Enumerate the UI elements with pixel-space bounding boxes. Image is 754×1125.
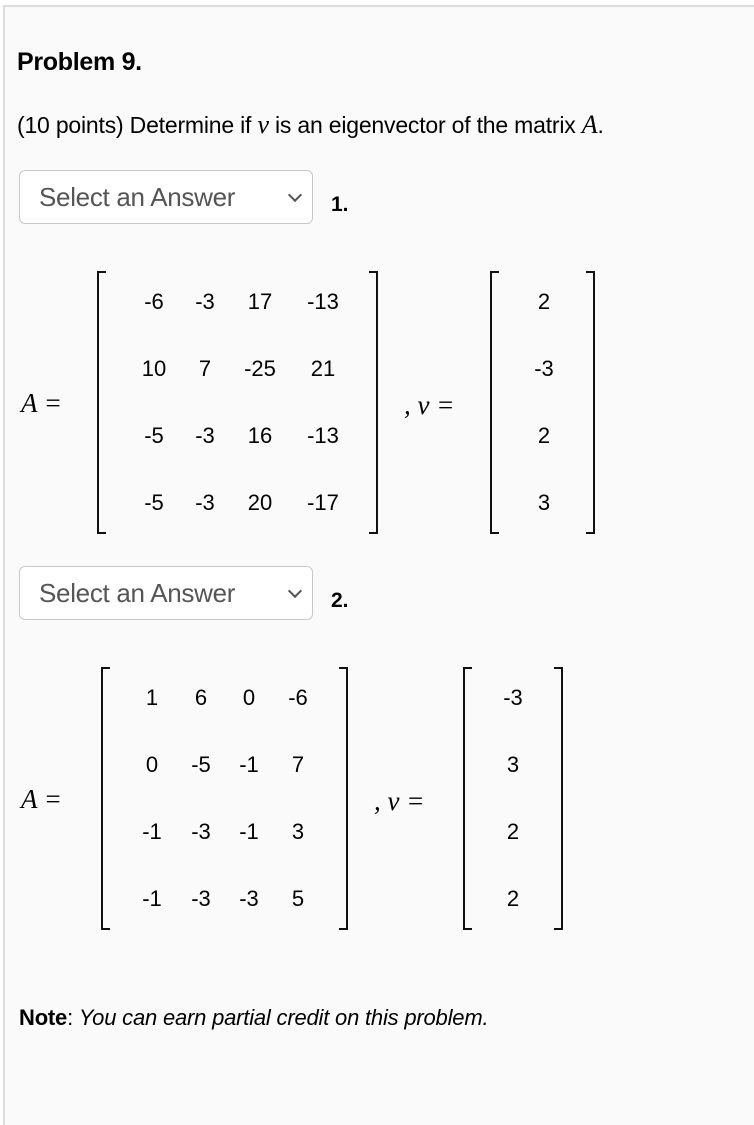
note-text: You can earn partial credit on this prob… <box>78 1005 489 1030</box>
vector-2-left-bracket <box>463 667 472 930</box>
var-A: A <box>581 110 598 139</box>
matrix-2-right-bracket <box>339 667 348 930</box>
var-v: v <box>257 110 269 139</box>
vector-cell: -3 <box>503 685 523 710</box>
vector-cell: -3 <box>534 356 554 381</box>
prompt-prefix: (10 points) Determine if <box>17 112 258 138</box>
matrix-1-right-bracket <box>369 271 378 534</box>
vector-label-2-text: , v = <box>374 786 425 816</box>
vector-cell: 2 <box>506 886 520 911</box>
vector-cell: 2 <box>537 289 551 314</box>
vector-label-1-text: , v = <box>404 390 455 420</box>
matrix-cell: 7 <box>198 356 212 381</box>
part-label-2: 2. <box>331 589 349 612</box>
matrix-label-1: A = <box>21 388 62 419</box>
matrix-cell: 3 <box>291 819 305 844</box>
matrix-cell: -13 <box>307 289 339 314</box>
matrix-2-left-bracket <box>101 667 110 930</box>
answer-select-2[interactable]: Select an Answer <box>19 566 313 620</box>
matrix-cell: 17 <box>247 289 273 314</box>
vector-2-right-bracket <box>554 667 563 930</box>
matrix-label-1-text: A = <box>21 388 62 418</box>
prompt-middle: is an eigenvector of the matrix <box>268 112 582 138</box>
matrix-cell: 7 <box>291 752 305 777</box>
vector-1-left-bracket <box>490 271 499 534</box>
note: Note: You can earn partial credit on thi… <box>19 1005 489 1031</box>
vector-cell: 3 <box>537 490 551 515</box>
matrix-label-2: A = <box>21 784 62 815</box>
note-label: Note <box>19 1005 68 1030</box>
chevron-down-icon <box>287 583 303 599</box>
matrix-label-2-text: A = <box>21 784 62 814</box>
vector-1-right-bracket <box>586 271 595 534</box>
matrix-cell: 21 <box>310 356 336 381</box>
matrix-cell: -25 <box>244 356 276 381</box>
matrix-cell: -3 <box>195 490 215 515</box>
answer-select-1[interactable]: Select an Answer <box>19 170 313 224</box>
vector-cell: 2 <box>537 423 551 448</box>
matrix-cell: -17 <box>307 490 339 515</box>
vector-cell: 3 <box>506 752 520 777</box>
matrix-1-left-bracket <box>97 271 106 534</box>
part-label-1: 1. <box>331 193 349 216</box>
matrix-cell: 20 <box>247 490 273 515</box>
matrix-cell: -3 <box>195 289 215 314</box>
matrix-cell: 16 <box>247 423 273 448</box>
answer-select-1-value: Select an Answer <box>39 181 236 212</box>
vector-cell: 2 <box>506 819 520 844</box>
note-colon: : <box>67 1005 79 1030</box>
vector-label-2: , v = <box>374 786 424 817</box>
problem-prompt: (10 points) Determine if v is an eigenve… <box>17 110 604 140</box>
matrix-cell: -6 <box>288 685 308 710</box>
matrix-cell: 5 <box>291 886 305 911</box>
matrix-cell: -3 <box>195 423 215 448</box>
problem-title: Problem 9. <box>17 48 142 76</box>
answer-select-2-value: Select an Answer <box>39 577 236 608</box>
prompt-suffix: . <box>597 112 604 138</box>
matrix-cell: -13 <box>307 423 339 448</box>
vector-label-1: , v = <box>404 390 454 421</box>
chevron-down-icon <box>287 187 303 203</box>
